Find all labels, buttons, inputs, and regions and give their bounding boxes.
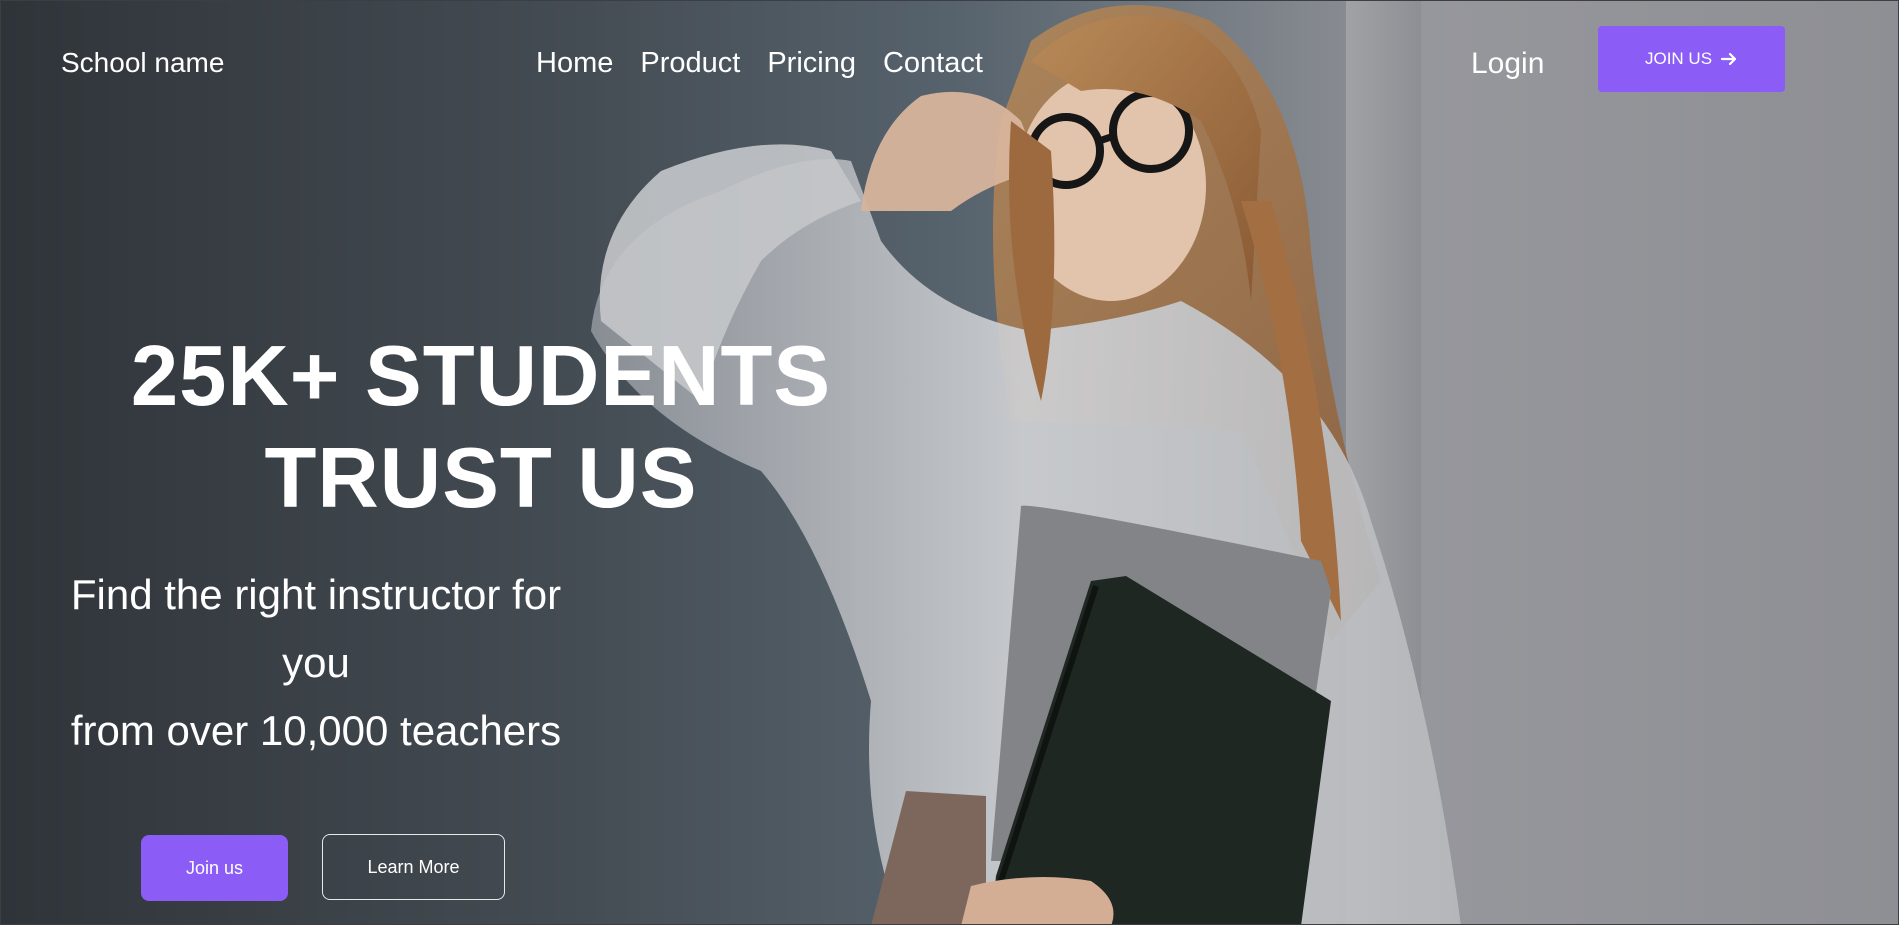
login-link[interactable]: Login xyxy=(1471,47,1544,81)
arrow-right-icon xyxy=(1720,50,1738,68)
hero-headline-line1: 25K+ STUDENTS xyxy=(130,329,832,424)
nav-item-pricing[interactable]: Pricing xyxy=(767,47,856,80)
nav-item-home[interactable]: Home xyxy=(536,47,613,80)
main-nav: Home Product Pricing Contact xyxy=(536,47,983,80)
nav-item-product[interactable]: Product xyxy=(640,47,740,80)
hero-headline-line2: TRUST US xyxy=(264,431,698,526)
hero-subtitle: Find the right instructor for you from o… xyxy=(41,561,591,765)
nav-item-contact[interactable]: Contact xyxy=(883,47,983,80)
brand-name[interactable]: School name xyxy=(61,47,224,79)
learn-more-button[interactable]: Learn More xyxy=(322,834,505,900)
hero-subtitle-line1: Find the right instructor for xyxy=(70,571,562,618)
join-us-header-button[interactable]: JOIN US xyxy=(1598,26,1785,92)
join-us-header-label: JOIN US xyxy=(1644,49,1713,68)
hero-subtitle-line2: you xyxy=(282,639,350,686)
hero-section: School name Home Product Pricing Contact… xyxy=(0,0,1899,925)
hero-headline: 25K+ STUDENTS TRUST US xyxy=(61,326,901,530)
hero-subtitle-line3: from over 10,000 teachers xyxy=(70,707,562,754)
join-us-button[interactable]: Join us xyxy=(141,835,288,901)
